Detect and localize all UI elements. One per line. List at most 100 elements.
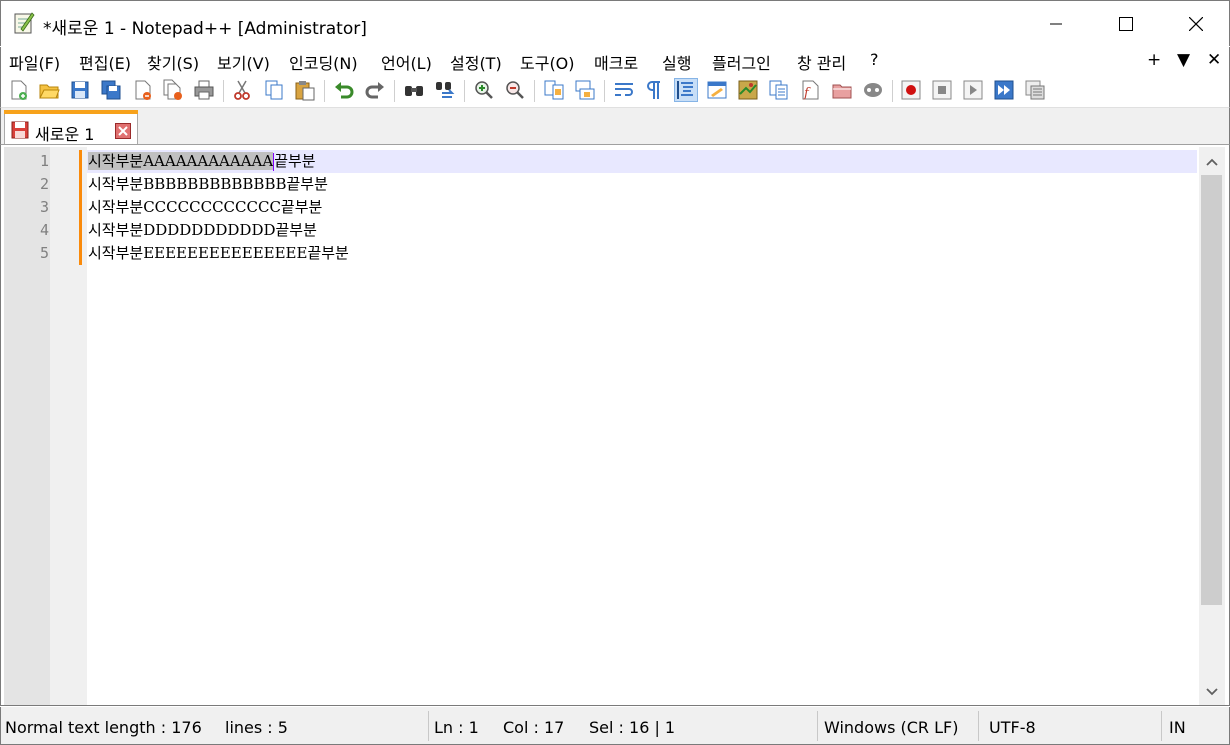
undo-button[interactable] (332, 78, 356, 102)
tab-bar: 새로운 1 (0, 107, 1230, 144)
change-history-marker (79, 242, 82, 265)
line-number: 3 (39, 198, 49, 216)
maximize-button[interactable] (1091, 1, 1161, 47)
tab-list-dropdown-button[interactable]: ▼ (1177, 50, 1190, 70)
save-button[interactable] (68, 78, 92, 102)
menu-language[interactable]: 언어(L) (381, 50, 432, 74)
redo-button[interactable] (363, 78, 387, 102)
save-all-button[interactable] (99, 78, 123, 102)
menu-encoding[interactable]: 인코딩(N) (289, 50, 358, 74)
close-all-icon (163, 79, 182, 100)
zoom-out-button[interactable] (503, 78, 527, 102)
document-map-button[interactable] (736, 78, 760, 102)
insert-mode[interactable]: IN (1169, 718, 1186, 737)
close-all-button[interactable] (161, 78, 185, 102)
sync-vertical-icon (544, 80, 564, 100)
paste-button[interactable] (293, 78, 317, 102)
scroll-down-button[interactable] (1199, 679, 1225, 705)
close-document-button[interactable]: ✕ (1207, 50, 1221, 70)
menu-help[interactable]: ? (870, 50, 879, 69)
document-map-icon (738, 80, 758, 100)
menu-settings[interactable]: 설정(T) (450, 50, 502, 74)
text-area[interactable]: 시작부분AAAAAAAAAAAA끝부분 시작부분BBBBBBBBBBBBB끝부분… (87, 147, 1197, 705)
code-text[interactable]: 시작부분CCCCCCCCCCCC끝부분 (88, 198, 322, 216)
print-button[interactable] (192, 78, 216, 102)
menu-tools[interactable]: 도구(O) (520, 50, 575, 74)
word-wrap-button[interactable] (612, 78, 636, 102)
cut-button[interactable] (230, 78, 254, 102)
zoom-in-button[interactable] (472, 78, 496, 102)
vertical-scrollbar[interactable] (1199, 147, 1225, 705)
paste-icon (295, 81, 315, 101)
stop-recording-macro-button[interactable] (930, 78, 954, 102)
cursor-column: Col : 17 (503, 718, 565, 737)
menu-window[interactable]: 창 관리 (797, 50, 846, 74)
document-tab[interactable]: 새로운 1 (4, 110, 138, 144)
code-text[interactable]: 시작부분EEEEEEEEEEEEEEE끝부분 (88, 244, 349, 262)
scrollbar-thumb[interactable] (1201, 175, 1222, 605)
encoding[interactable]: UTF-8 (989, 718, 1036, 737)
code-line[interactable]: 시작부분CCCCCCCCCCCC끝부분 (88, 196, 322, 219)
new-file-icon (11, 80, 27, 100)
close-button[interactable] (131, 78, 155, 102)
copy-button[interactable] (262, 78, 286, 102)
title-bar: *새로운 1 - Notepad++ [Administrator] (0, 0, 1230, 46)
monitoring-button[interactable] (861, 78, 885, 102)
menu-plugins[interactable]: 플러그인 (712, 50, 771, 74)
eol-format[interactable]: Windows (CR LF) (824, 718, 958, 737)
code-text[interactable]: 시작부분BBBBBBBBBBBBB끝부분 (88, 175, 328, 193)
document-list-button[interactable] (767, 78, 791, 102)
selected-text[interactable]: 시작부분AAAAAAAAAAAA (88, 152, 274, 170)
find-button[interactable] (402, 78, 426, 102)
open-file-button[interactable] (37, 78, 61, 102)
new-file-button[interactable] (7, 78, 31, 102)
code-line[interactable]: 시작부분EEEEEEEEEEEEEEE끝부분 (88, 242, 349, 265)
start-recording-macro-button[interactable] (899, 78, 923, 102)
replace-button[interactable] (433, 78, 457, 102)
function-list-icon: f (802, 80, 819, 101)
menu-view[interactable]: 보기(V) (217, 50, 270, 74)
run-macro-multiple-times-button[interactable] (992, 78, 1016, 102)
copy-icon (265, 80, 283, 100)
minimize-button[interactable] (1021, 1, 1091, 47)
line-number: 1 (39, 152, 49, 170)
save-macro-icon (1025, 80, 1045, 100)
code-line[interactable]: 시작부분AAAAAAAAAAAA끝부분 (88, 150, 316, 173)
zoom-in-icon (475, 81, 493, 99)
folder-as-workspace-button[interactable] (830, 78, 854, 102)
toolbar: f (0, 74, 1230, 107)
active-tab-indicator (4, 110, 138, 114)
editor-pane[interactable]: 1 2 3 4 5 시작부분AAAAAAAAAAAA끝부분 시작부분BBBBBB… (0, 144, 1230, 706)
cursor-line: Ln : 1 (434, 718, 479, 737)
code-line[interactable]: 시작부분DDDDDDDDDDD끝부분 (88, 219, 317, 242)
sync-vertical-button[interactable] (542, 78, 566, 102)
menu-file[interactable]: 파일(F) (9, 50, 60, 74)
code-text[interactable]: 끝부분 (274, 152, 315, 170)
change-history-marker (79, 150, 82, 173)
scroll-up-button[interactable] (1199, 149, 1225, 175)
menu-run[interactable]: 실행 (662, 50, 691, 74)
play-macro-icon (963, 80, 983, 100)
user-defined-language-button[interactable] (705, 78, 729, 102)
close-icon (1189, 17, 1203, 31)
sync-horizontal-button[interactable] (573, 78, 597, 102)
indent-guide-button[interactable] (674, 78, 698, 102)
undo-icon (335, 82, 354, 99)
menu-edit[interactable]: 편집(E) (79, 50, 131, 74)
function-list-button[interactable]: f (798, 78, 822, 102)
cut-icon (234, 80, 250, 100)
menu-macro[interactable]: 매크로 (594, 50, 638, 74)
save-all-icon (101, 80, 121, 100)
playback-macro-button[interactable] (961, 78, 985, 102)
save-macro-button[interactable] (1023, 78, 1047, 102)
document-list-icon (769, 80, 788, 100)
show-all-characters-button[interactable] (643, 78, 667, 102)
change-history-marker (79, 196, 82, 219)
code-line[interactable]: 시작부분BBBBBBBBBBBBB끝부분 (88, 173, 328, 196)
close-window-button[interactable] (1161, 1, 1230, 47)
menu-search[interactable]: 찾기(S) (147, 50, 199, 74)
tab-close-icon[interactable] (115, 123, 131, 139)
code-text[interactable]: 시작부분DDDDDDDDDDD끝부분 (88, 221, 317, 239)
change-history-marker (79, 219, 82, 242)
new-tab-plus-button[interactable]: + (1147, 50, 1161, 70)
